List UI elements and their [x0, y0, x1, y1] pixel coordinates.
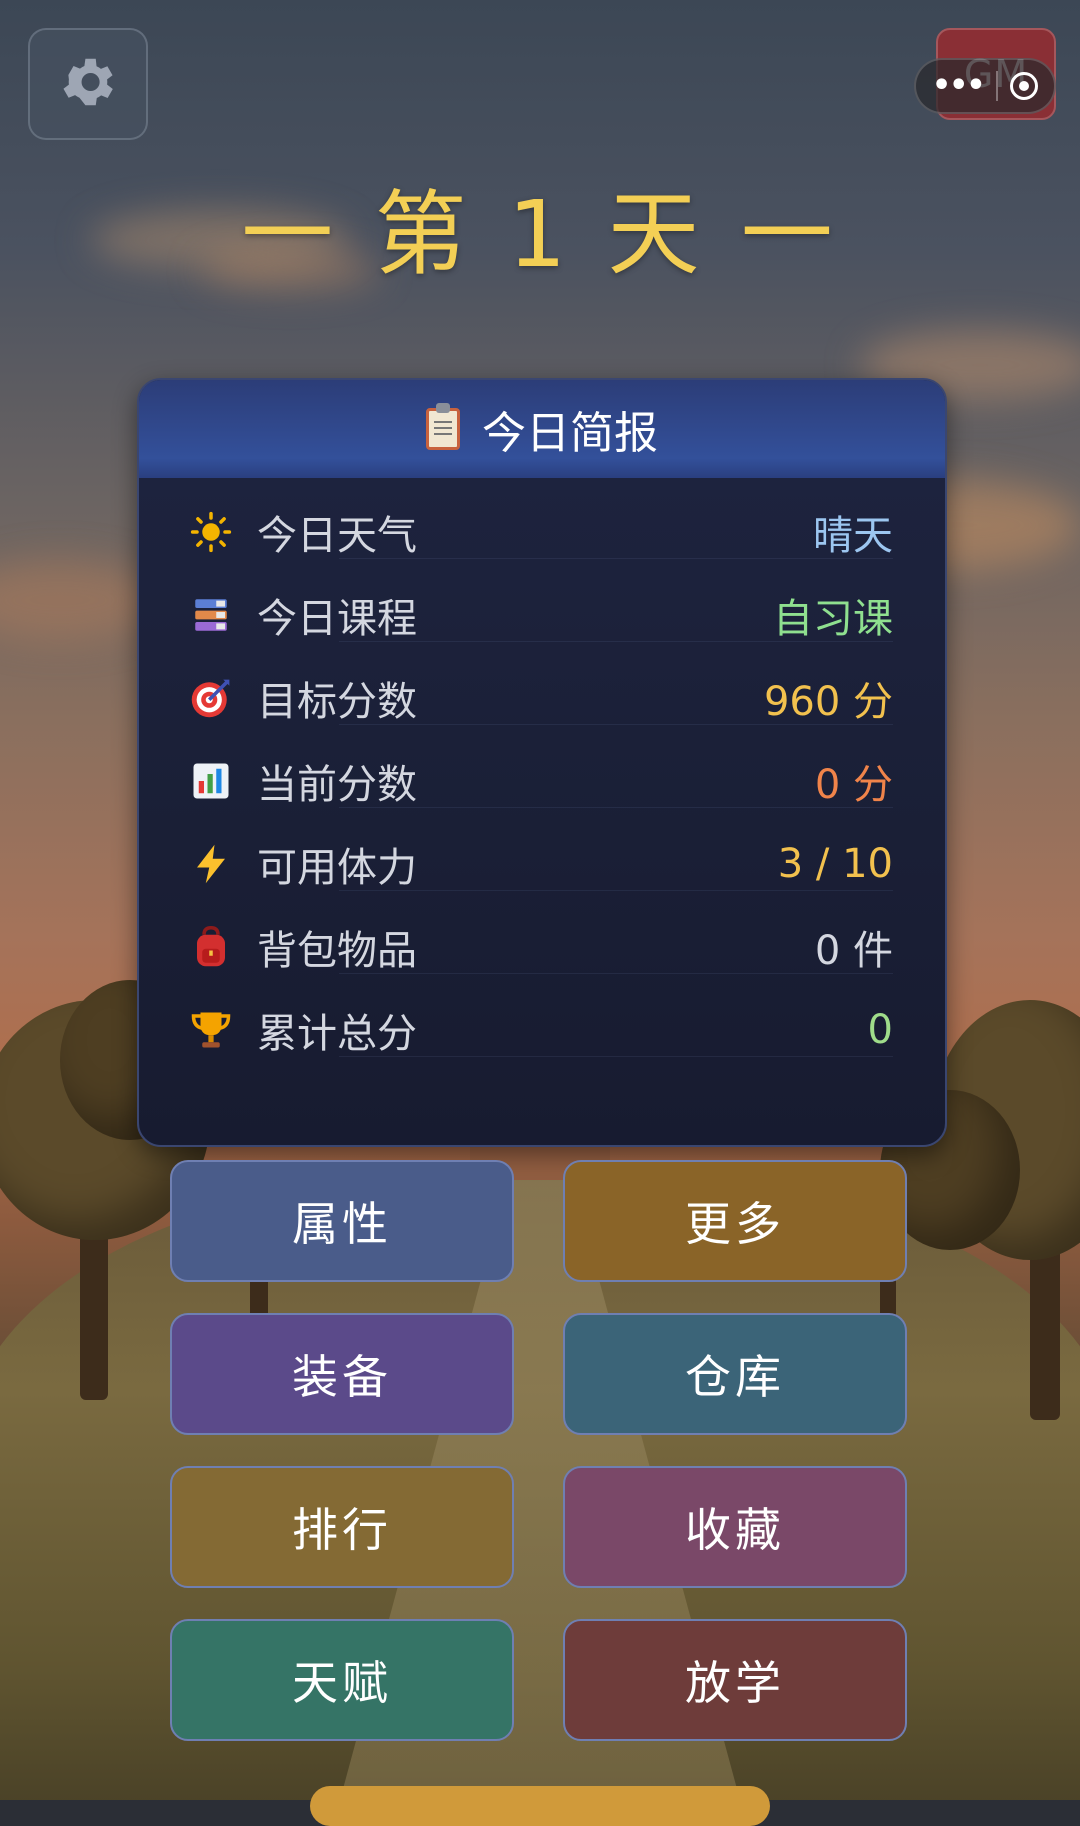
- row-value: 0 分: [814, 761, 893, 808]
- panel-header: 今日简报: [139, 380, 945, 478]
- miniprogram-capsule: •••: [914, 58, 1056, 114]
- day-title: 一 第 1 天 一: [241, 181, 839, 288]
- backpack-icon: [189, 925, 233, 969]
- report-row-course: 今日课程 自习课: [189, 573, 893, 656]
- warehouse-button[interactable]: 仓库: [563, 1313, 907, 1435]
- ranking-button[interactable]: 排行: [170, 1466, 514, 1588]
- collection-button[interactable]: 收藏: [563, 1466, 907, 1588]
- daily-report-panel: 今日简报 今日天气 晴天 今日课程 自习课 目标分数 960 分 当前分数 0 …: [137, 378, 947, 1147]
- row-label: 今日课程: [257, 595, 417, 642]
- report-row-backpack: 背包物品 0 件: [189, 905, 893, 988]
- more-dots-icon[interactable]: •••: [932, 71, 986, 101]
- bottom-action-button[interactable]: [310, 1786, 770, 1826]
- row-label: 当前分数: [257, 761, 417, 808]
- clipboard-icon: [426, 403, 460, 450]
- row-value: 自习课: [773, 595, 893, 642]
- lightning-icon: [189, 842, 233, 886]
- trophy-icon: [189, 1008, 233, 1052]
- close-target-icon[interactable]: [1010, 72, 1038, 100]
- target-icon: [189, 676, 233, 720]
- report-row-weather: 今日天气 晴天: [189, 490, 893, 573]
- gear-icon: [57, 51, 119, 117]
- row-value: 晴天: [813, 512, 893, 559]
- equipment-button[interactable]: 装备: [170, 1313, 514, 1435]
- row-value: 0 件: [814, 927, 893, 974]
- row-label: 目标分数: [257, 678, 417, 725]
- row-label: 累计总分: [257, 1010, 417, 1057]
- report-row-total-score: 累计总分 0: [189, 988, 893, 1071]
- row-label: 可用体力: [257, 844, 417, 891]
- row-value: 960 分: [763, 678, 893, 725]
- books-icon: [189, 593, 233, 637]
- talent-button[interactable]: 天赋: [170, 1619, 514, 1741]
- more-button[interactable]: 更多: [563, 1160, 907, 1282]
- row-label: 背包物品: [257, 927, 417, 974]
- report-row-stamina: 可用体力 3 / 10: [189, 822, 893, 905]
- row-value: 3 / 10: [777, 840, 893, 887]
- panel-title: 今日简报: [482, 408, 658, 459]
- row-label: 今日天气: [257, 512, 417, 559]
- sun-icon: [189, 510, 233, 554]
- row-value: 0: [867, 1006, 893, 1053]
- report-row-target-score: 目标分数 960 分: [189, 656, 893, 739]
- settings-button[interactable]: [28, 28, 148, 140]
- report-row-current-score: 当前分数 0 分: [189, 739, 893, 822]
- after-school-button[interactable]: 放学: [563, 1619, 907, 1741]
- bar-chart-icon: [189, 759, 233, 803]
- attributes-button[interactable]: 属性: [170, 1160, 514, 1282]
